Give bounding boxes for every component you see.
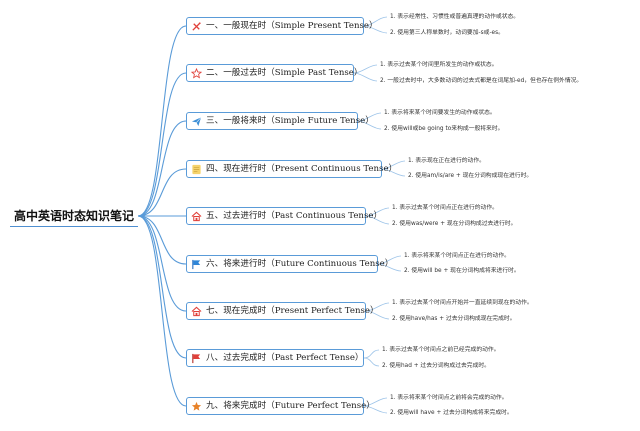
branch-past-perfect[interactable]: 八、过去完成时（Past Perfect Tense） <box>186 349 364 367</box>
note-past-perf-2: 2. 使用had + 过去分词构成过去完成时。 <box>382 363 490 369</box>
branch-past-continuous[interactable]: 五、过去进行时（Past Continuous Tense） <box>186 207 382 225</box>
branch-label: 三、一般将来时（Simple Future Tense） <box>206 116 374 126</box>
note-icon <box>191 164 202 175</box>
note-future-perf-1: 1. 表示将来某个时间点之前将会完成的动作。 <box>390 395 508 401</box>
branch-label: 六、将来进行时（Future Continuous Tense） <box>206 259 394 269</box>
home-icon <box>191 211 202 222</box>
note-past-cont-1: 1. 表示过去某个时间点正在进行的动作。 <box>392 205 498 211</box>
branch-label: 四、现在进行时（Present Continuous Tense） <box>206 164 398 174</box>
red-flag-icon <box>191 353 202 364</box>
branch-label: 二、一般过去时（Simple Past Tense） <box>206 68 363 78</box>
note-future-2: 2. 使用will或be going to来构成一般将来时。 <box>384 126 504 132</box>
note-present-perf-1: 1. 表示过去某个时间点开始并一直延续到现在的动作。 <box>392 300 533 306</box>
note-present-cont-2: 2. 使用am/is/are + 现在分词构成现在进行时。 <box>408 173 533 179</box>
branch-future-perfect[interactable]: 九、将来完成时（Future Perfect Tense） <box>186 397 375 415</box>
branch-simple-present[interactable]: 一、一般现在时（Simple Present Tense） <box>186 17 378 35</box>
branch-label: 五、过去进行时（Past Continuous Tense） <box>206 211 383 221</box>
note-present-1: 1. 表示经常性、习惯性或普遍真理的动作或状态。 <box>390 14 520 20</box>
note-past-1: 1. 表示过去某个时间里所发生的动作或状态。 <box>380 62 498 68</box>
branch-label: 七、现在完成时（Present Perfect Tense） <box>206 306 379 316</box>
branch-simple-past[interactable]: 二、一般过去时（Simple Past Tense） <box>186 64 363 82</box>
branch-future-continuous[interactable]: 六、将来进行时（Future Continuous Tense） <box>186 255 393 273</box>
branch-label: 八、过去完成时（Past Perfect Tense） <box>206 353 364 363</box>
note-past-cont-2: 2. 使用was/were + 现在分词构成过去进行时。 <box>392 221 517 227</box>
note-present-2: 2. 使用第三人称单数时，动词要加-s或-es。 <box>390 30 504 36</box>
note-future-cont-1: 1. 表示将来某个时间点正在进行的动作。 <box>404 253 510 259</box>
note-future-1: 1. 表示将来某个时间要发生的动作或状态。 <box>384 110 496 116</box>
note-future-perf-2: 2. 使用will have + 过去分词构成将来完成时。 <box>390 410 513 416</box>
branch-label: 九、将来完成时（Future Perfect Tense） <box>206 401 375 411</box>
branch-present-perfect[interactable]: 七、现在完成时（Present Perfect Tense） <box>186 302 379 320</box>
blue-flag-icon <box>191 259 202 270</box>
note-present-perf-2: 2. 使用have/has + 过去分词构成现在完成时。 <box>392 316 516 322</box>
crossed-pencil-icon <box>191 21 202 32</box>
paper-plane-icon <box>191 116 202 127</box>
branch-simple-future[interactable]: 三、一般将来时（Simple Future Tense） <box>186 112 374 130</box>
root-topic[interactable]: 高中英语时态知识笔记 <box>10 206 138 227</box>
orange-star-icon <box>191 401 202 412</box>
branch-label: 一、一般现在时（Simple Present Tense） <box>206 21 378 31</box>
home-icon <box>191 306 202 317</box>
star-outline-icon <box>191 67 202 79</box>
note-future-cont-2: 2. 使用will be + 现在分词构成将来进行时。 <box>404 268 520 274</box>
note-present-cont-1: 1. 表示现在正在进行的动作。 <box>408 158 485 164</box>
note-past-2: 2. 一般过去时中，大多数动词的过去式都是在词尾加-ed，但也存在例外情况。 <box>380 78 583 84</box>
note-past-perf-1: 1. 表示过去某个时间点之前已经完成的动作。 <box>382 347 500 353</box>
branch-present-continuous[interactable]: 四、现在进行时（Present Continuous Tense） <box>186 160 397 178</box>
